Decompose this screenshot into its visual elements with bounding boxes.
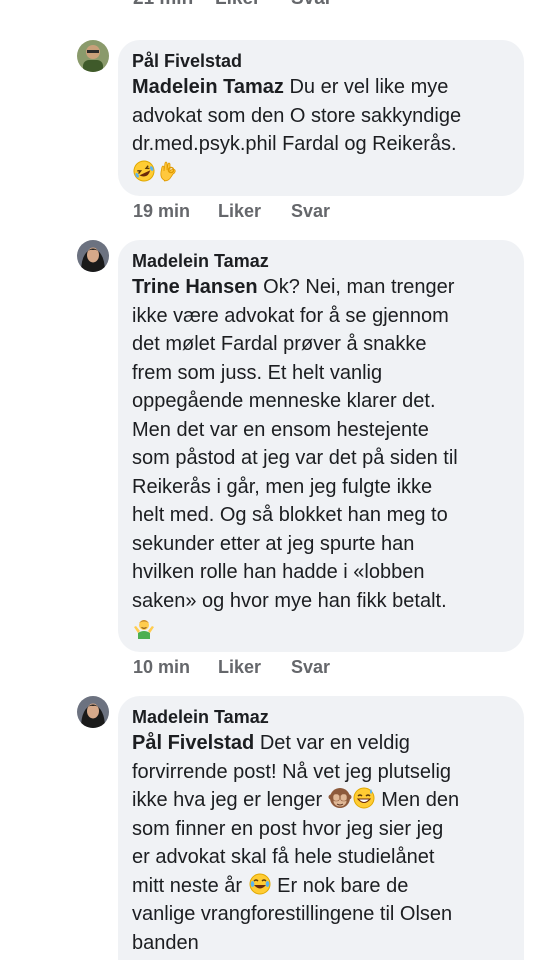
- comment-text: Pål Fivelstad Det var en veldig forvirre…: [132, 732, 460, 954]
- comment-author[interactable]: Madelein Tamaz: [132, 705, 510, 729]
- reply-button[interactable]: Svar: [291, 201, 330, 222]
- comment-timestamp[interactable]: 10 min: [133, 657, 218, 678]
- comment-author[interactable]: Pål Fivelstad: [132, 49, 510, 73]
- comment-bubble: Pål Fivelstad Madelein Tamaz Du er vel l…: [118, 40, 524, 196]
- avatar[interactable]: [77, 240, 109, 272]
- avatar[interactable]: [77, 696, 109, 728]
- like-button[interactable]: Liker: [218, 657, 291, 678]
- comment-timestamp[interactable]: 19 min: [133, 201, 218, 222]
- comment-actions: 10 min Liker Svar: [133, 657, 330, 678]
- comment-bubble: Madelein Tamaz Trine Hansen Ok? Nei, man…: [118, 240, 524, 652]
- comment-author[interactable]: Madelein Tamaz: [132, 249, 510, 273]
- comment-bubble: Madelein Tamaz Pål Fivelstad Det var en …: [118, 696, 524, 960]
- see-no-evil-monkey-emoji: [328, 786, 352, 810]
- like-button[interactable]: Liker: [215, 0, 291, 10]
- profile-photo-icon: [77, 40, 109, 72]
- comment-timestamp: 21 min: [133, 0, 215, 10]
- tears-of-joy-emoji: [248, 872, 272, 896]
- rolling-laughing-emoji: [132, 159, 156, 183]
- comment-actions: 19 min Liker Svar: [133, 201, 330, 222]
- profile-photo-icon: [77, 696, 109, 728]
- like-button[interactable]: Liker: [218, 201, 291, 222]
- mention-link[interactable]: Madelein Tamaz: [132, 76, 284, 98]
- ok-hand-emoji: [156, 159, 180, 183]
- previous-comment-actions: 21 min Liker Svar: [133, 0, 533, 22]
- avatar[interactable]: [77, 40, 109, 72]
- comment-text: Trine Hansen Ok? Nei, man trenger ikke v…: [132, 273, 510, 644]
- profile-photo-icon: [77, 240, 109, 272]
- mention-link[interactable]: Pål Fivelstad: [132, 732, 254, 754]
- reply-button[interactable]: Svar: [291, 657, 330, 678]
- mention-link[interactable]: Trine Hansen: [132, 276, 258, 298]
- grinning-sweat-emoji: [352, 786, 376, 810]
- comment-text: Madelein Tamaz Du er vel like mye advoka…: [132, 73, 510, 187]
- shrugging-man-emoji: [132, 615, 156, 639]
- reply-button[interactable]: Svar: [291, 0, 332, 10]
